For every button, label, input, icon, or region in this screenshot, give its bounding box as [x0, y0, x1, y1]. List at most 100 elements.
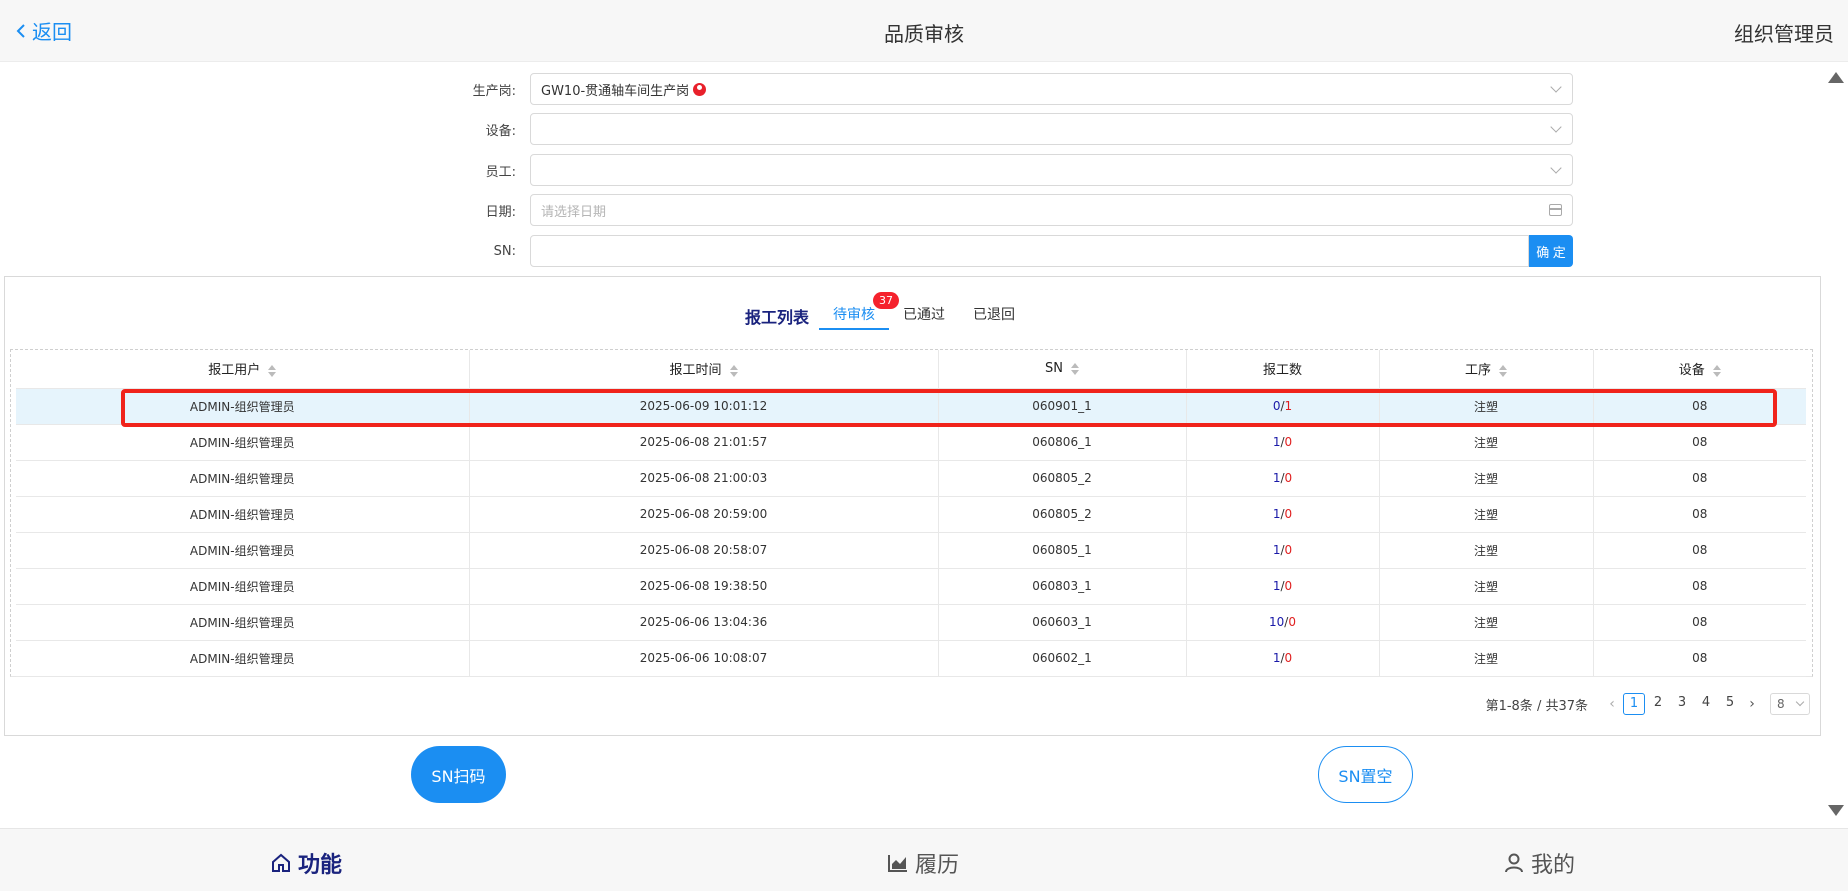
cell-user: ADMIN-组织管理员 — [16, 640, 470, 677]
cell-sn: 060603_1 — [938, 604, 1187, 641]
scroll-down-arrow-icon[interactable] — [1828, 805, 1844, 816]
cell-user: ADMIN-组织管理员 — [16, 388, 470, 425]
cell-time: 2025-06-08 19:38:50 — [469, 568, 939, 605]
chevron-down-icon — [1550, 162, 1562, 174]
bottom-nav: 功能 履历 我的 — [0, 828, 1848, 891]
cell-sn: 060805_1 — [938, 532, 1187, 569]
cell-time: 2025-06-08 20:59:00 — [469, 496, 939, 533]
cell-count: 1/0 — [1186, 568, 1380, 605]
column-header-process[interactable]: 工序 — [1379, 350, 1594, 389]
page-5[interactable]: 5 — [1719, 693, 1741, 715]
cell-time: 2025-06-08 20:58:07 — [469, 532, 939, 569]
cell-count: 1/0 — [1186, 640, 1380, 677]
column-header-count: 报工数 — [1186, 350, 1380, 389]
sort-icon[interactable] — [1499, 364, 1507, 377]
cell-sn: 060803_1 — [938, 568, 1187, 605]
cell-count: 1/0 — [1186, 460, 1380, 497]
cell-process: 注塑 — [1379, 604, 1594, 641]
sort-icon[interactable] — [268, 364, 277, 377]
cell-process: 注塑 — [1379, 496, 1594, 533]
cell-time: 2025-06-08 21:00:03 — [469, 460, 939, 497]
page-4[interactable]: 4 — [1695, 693, 1717, 715]
cell-count: 1/0 — [1186, 532, 1380, 569]
cell-user: ADMIN-组织管理员 — [16, 424, 470, 461]
nav-mine[interactable]: 我的 — [1503, 847, 1575, 879]
cell-process: 注塑 — [1379, 388, 1594, 425]
ng-count: 0 — [1284, 471, 1293, 485]
table-header-row: 报工用户 报工时间 SN 报工数 工序 设备 — [16, 350, 1806, 389]
ng-count: 0 — [1284, 543, 1293, 557]
sn-clear-button[interactable]: SN置空 — [1318, 746, 1413, 803]
cell-process: 注塑 — [1379, 640, 1594, 677]
cell-device: 08 — [1593, 496, 1806, 533]
cell-user: ADMIN-组织管理员 — [16, 568, 470, 605]
table-row[interactable]: ADMIN-组织管理员 2025-06-08 21:01:57 060806_1 1/… — [16, 424, 1806, 461]
post-label: 生产岗: — [472, 83, 516, 99]
post-value: GW10-贯通轴车间生产岗 — [541, 83, 690, 99]
report-table-container: 报工用户 报工时间 SN 报工数 工序 设备 ADMIN-组织管理员 2025-0… — [10, 349, 1813, 677]
tab-passed[interactable]: 已通过 — [889, 304, 959, 330]
page-2[interactable]: 2 — [1647, 693, 1669, 715]
prev-page-icon[interactable]: ‹ — [1602, 696, 1622, 712]
date-row: 日期: 请选择日期 — [400, 194, 1573, 226]
nav-mine-label: 我的 — [1531, 853, 1576, 878]
table-row[interactable]: ADMIN-组织管理员 2025-06-08 21:00:03 060805_2 1/… — [16, 460, 1806, 497]
post-select[interactable]: GW10-贯通轴车间生产岗 — [530, 73, 1573, 105]
cell-sn: 060805_2 — [938, 496, 1187, 533]
column-header-device[interactable]: 设备 — [1593, 350, 1806, 389]
page-title: 品质审核 — [884, 22, 964, 46]
nav-history[interactable]: 履历 — [887, 847, 959, 879]
cell-device: 08 — [1593, 424, 1806, 461]
cell-time: 2025-06-06 13:04:36 — [469, 604, 939, 641]
cell-sn: 060806_1 — [938, 424, 1187, 461]
employee-select[interactable] — [530, 154, 1573, 186]
sn-input[interactable] — [530, 235, 1529, 267]
cell-process: 注塑 — [1379, 460, 1594, 497]
column-header-sn[interactable]: SN — [938, 350, 1187, 389]
table-row[interactable]: ADMIN-组织管理员 2025-06-08 20:58:07 060805_1 1/… — [16, 532, 1806, 569]
sn-scan-button[interactable]: SN扫码 — [411, 746, 506, 803]
post-row: 生产岗: GW10-贯通轴车间生产岗 — [400, 73, 1573, 105]
ng-count: 0 — [1288, 615, 1296, 629]
page-3[interactable]: 3 — [1671, 693, 1693, 715]
cell-device: 08 — [1593, 460, 1806, 497]
cell-time: 2025-06-08 21:01:57 — [469, 424, 939, 461]
device-select[interactable] — [530, 113, 1573, 145]
cell-device: 08 — [1593, 640, 1806, 677]
table-row[interactable]: ADMIN-组织管理员 2025-06-08 19:38:50 060803_1 1/… — [16, 568, 1806, 605]
chart-icon — [888, 855, 907, 872]
table-row[interactable]: ADMIN-组织管理员 2025-06-06 13:04:36 060603_1 10… — [16, 604, 1806, 641]
next-page-icon[interactable]: › — [1742, 696, 1762, 712]
table-row[interactable]: ADMIN-组织管理员 2025-06-06 10:08:07 060602_1 1/… — [16, 640, 1806, 677]
page-size-select[interactable]: 8 — [1770, 693, 1810, 715]
page-1[interactable]: 1 — [1623, 693, 1645, 715]
report-table-body: ADMIN-组织管理员 2025-06-09 10:01:12 060901_1 0/… — [16, 388, 1806, 677]
table-row[interactable]: ADMIN-组织管理员 2025-06-09 10:01:12 060901_1 0/… — [16, 388, 1806, 425]
column-header-user[interactable]: 报工用户 — [16, 350, 470, 389]
ng-count: 0 — [1284, 651, 1293, 665]
calendar-icon — [1549, 204, 1562, 216]
cell-time: 2025-06-06 10:08:07 — [469, 640, 939, 677]
sort-icon[interactable] — [729, 364, 738, 377]
sort-icon[interactable] — [1070, 362, 1079, 375]
ng-count: 0 — [1284, 507, 1293, 521]
clear-icon[interactable] — [693, 82, 707, 96]
sort-icon[interactable] — [1712, 364, 1721, 377]
cell-sn: 060901_1 — [938, 388, 1187, 425]
user-role-label[interactable]: 组织管理员 — [1734, 18, 1834, 47]
cell-process: 注塑 — [1379, 532, 1594, 569]
date-placeholder: 请选择日期 — [541, 204, 607, 220]
date-picker[interactable]: 请选择日期 — [530, 194, 1573, 226]
home-icon — [272, 853, 290, 872]
cell-count: 10/0 — [1186, 604, 1380, 641]
tab-returned[interactable]: 已退回 — [959, 304, 1029, 330]
column-header-time[interactable]: 报工时间 — [469, 350, 939, 389]
tab-pending[interactable]: 待审核 37 — [819, 292, 900, 330]
cell-sn: 060805_2 — [938, 460, 1187, 497]
scroll-up-arrow-icon[interactable] — [1828, 72, 1844, 83]
nav-functions[interactable]: 功能 — [270, 847, 342, 879]
ng-count: 0 — [1284, 435, 1293, 449]
table-row[interactable]: ADMIN-组织管理员 2025-06-08 20:59:00 060805_2 1/… — [16, 496, 1806, 533]
confirm-button[interactable]: 确 定 — [1529, 235, 1573, 267]
cell-sn: 060602_1 — [938, 640, 1187, 677]
